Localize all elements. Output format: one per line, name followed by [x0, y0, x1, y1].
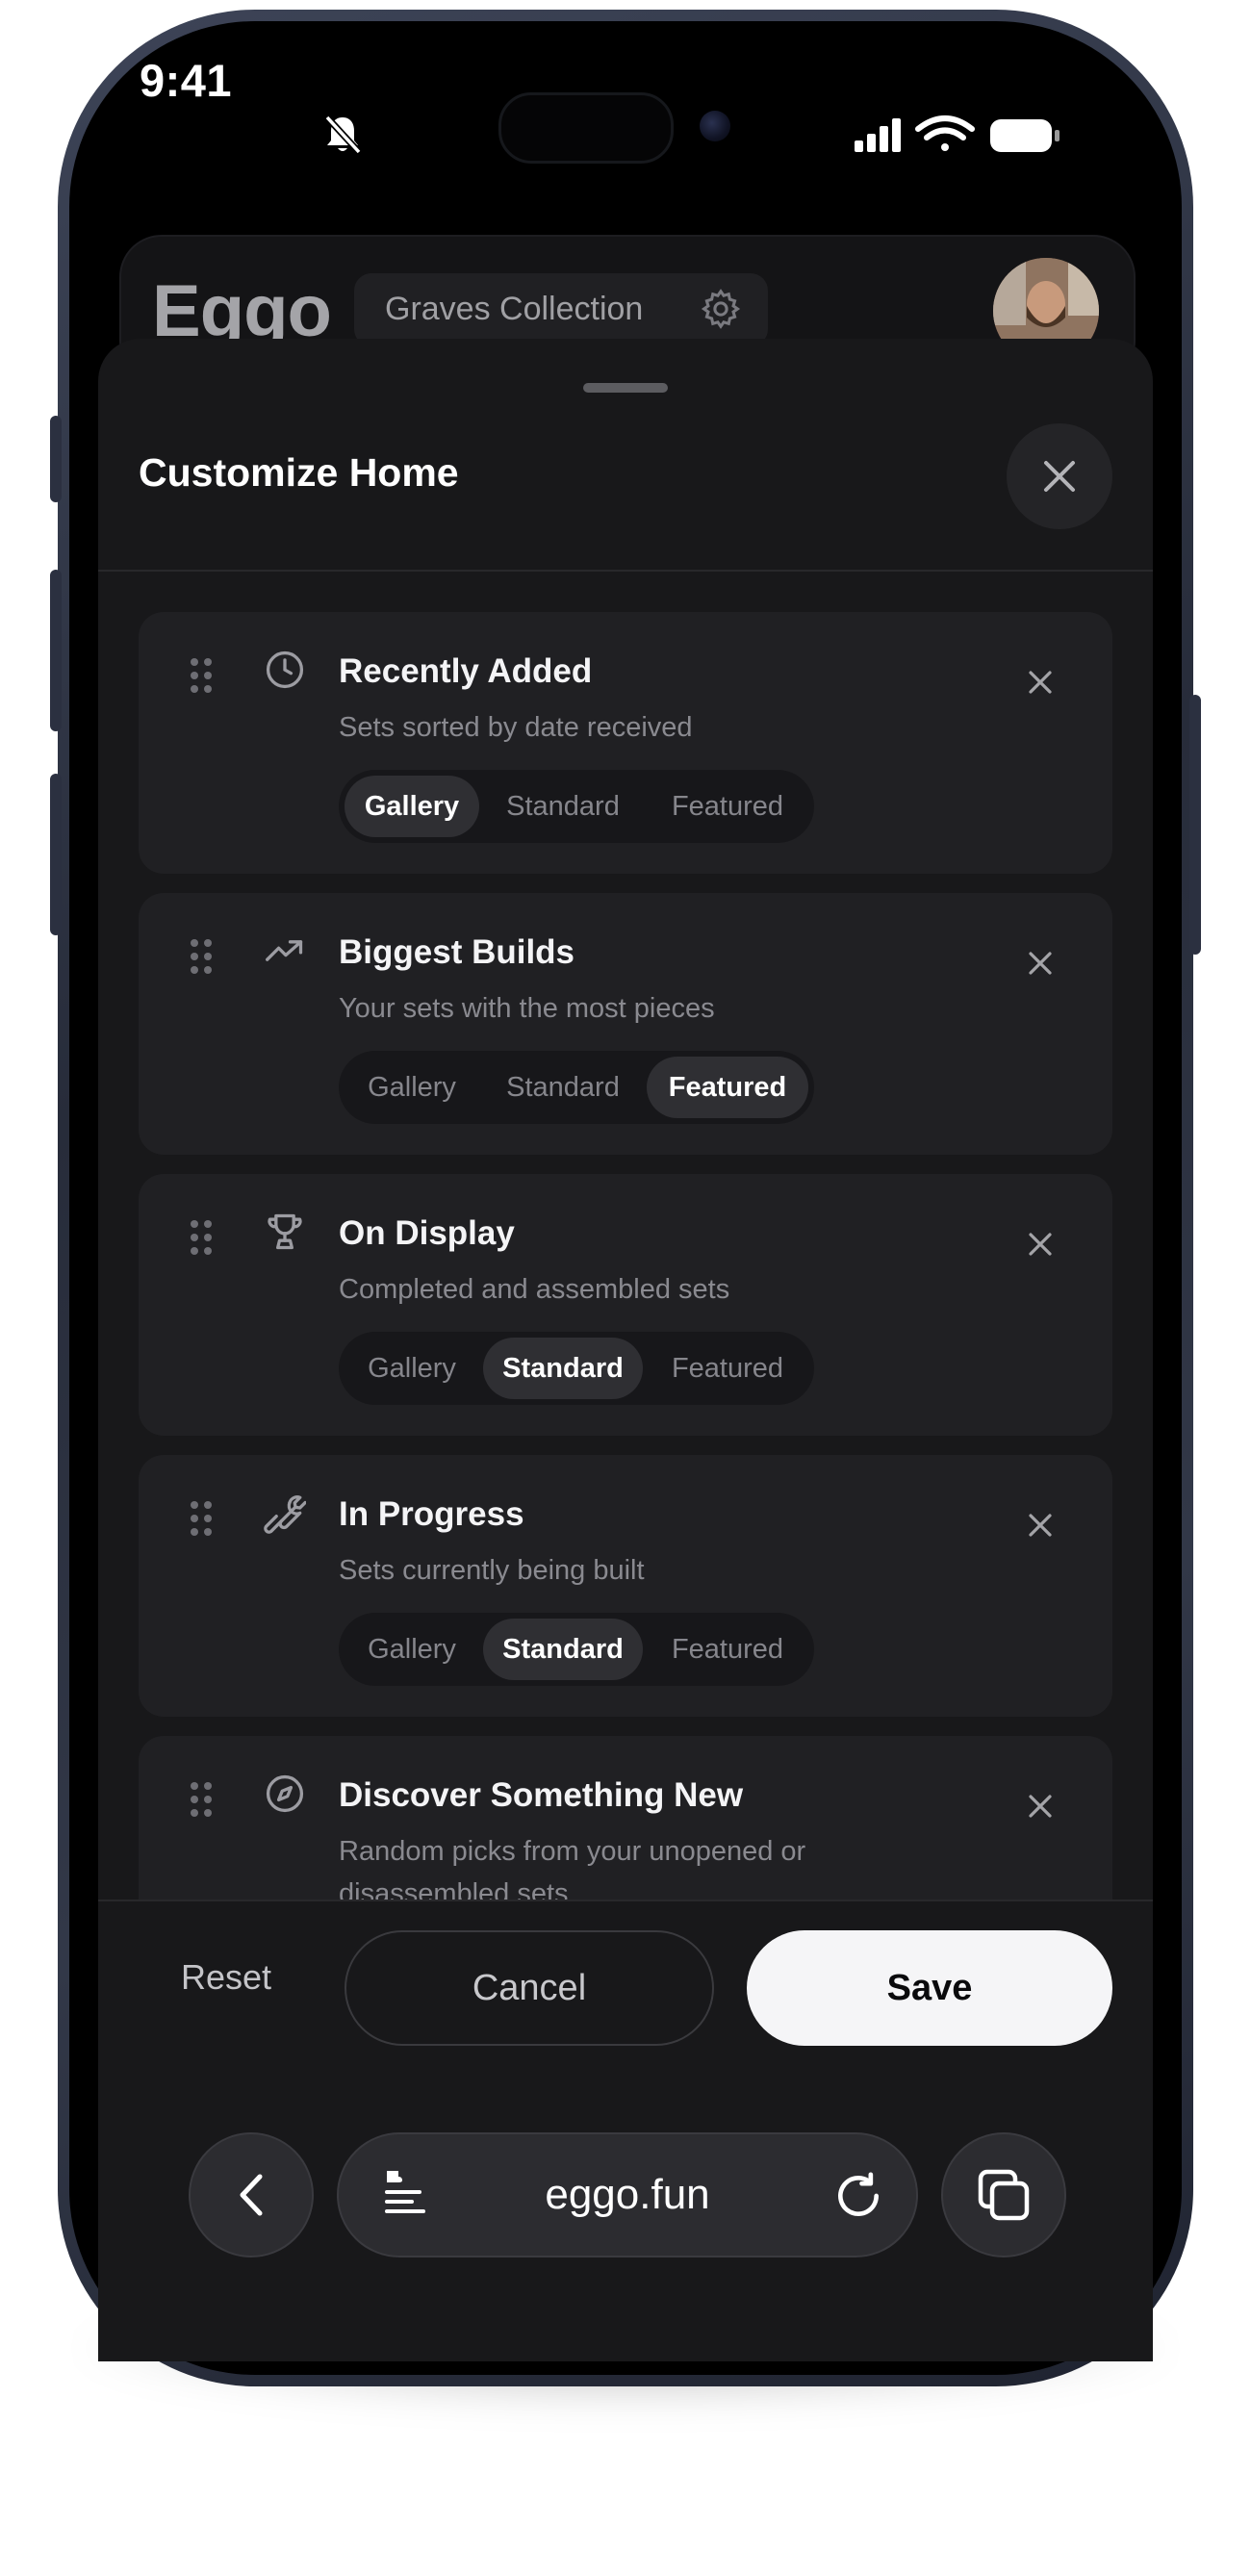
layout-option-gallery[interactable]: Gallery — [345, 1619, 479, 1680]
reset-button[interactable]: Reset — [181, 1957, 271, 1998]
layout-option-standard[interactable]: Standard — [483, 776, 643, 837]
remove-section-icon[interactable] — [1026, 1511, 1055, 1540]
layout-segmented-control: Gallery Standard Featured — [339, 1051, 814, 1124]
power-button — [1189, 695, 1201, 955]
save-button[interactable]: Save — [747, 1930, 1112, 2046]
section-card-on-display: On Display Completed and assembled sets … — [139, 1174, 1112, 1436]
trending-up-icon — [266, 940, 303, 961]
layout-option-featured[interactable]: Featured — [647, 1619, 808, 1680]
section-title: In Progress — [339, 1495, 524, 1533]
chevron-left-icon — [240, 2174, 263, 2216]
customize-home-sheet: Customize Home Recently Added Sets sorte… — [98, 339, 1153, 2361]
reload-icon[interactable] — [831, 2169, 885, 2223]
address-bar[interactable]: eggo.fun — [337, 2132, 918, 2257]
section-description: Sets currently being built — [339, 1555, 645, 1586]
section-title: Discover Something New — [339, 1776, 744, 1814]
section-card-recently-added: Recently Added Sets sorted by date recei… — [139, 612, 1112, 874]
status-time: 9:41 — [140, 55, 233, 106]
section-title: Recently Added — [339, 652, 593, 690]
layout-option-featured[interactable]: Featured — [647, 1338, 808, 1399]
remove-section-icon[interactable] — [1026, 949, 1055, 978]
layout-option-standard[interactable]: Standard — [483, 1338, 643, 1399]
drag-handle-icon[interactable] — [189, 937, 214, 976]
action-button — [50, 416, 62, 502]
layout-option-featured[interactable]: Featured — [647, 1057, 808, 1118]
tabs-button[interactable] — [941, 2132, 1066, 2257]
clock-icon — [266, 650, 304, 689]
section-card-in-progress: In Progress Sets currently being built G… — [139, 1455, 1112, 1717]
remove-section-icon[interactable] — [1026, 668, 1055, 697]
drag-handle-icon[interactable] — [189, 1780, 214, 1819]
dynamic-island-pill — [498, 92, 674, 164]
trophy-icon — [268, 1213, 302, 1250]
section-card-biggest-builds: Biggest Builds Your sets with the most p… — [139, 893, 1112, 1155]
section-title: On Display — [339, 1214, 515, 1252]
collection-selector: Graves Collection — [354, 273, 768, 346]
remove-section-icon[interactable] — [1026, 1230, 1055, 1259]
drag-handle-icon[interactable] — [189, 1218, 214, 1257]
section-description: Sets sorted by date received — [339, 712, 693, 743]
layout-segmented-control: Gallery Standard Featured — [339, 1613, 814, 1686]
layout-segmented-control: Gallery Standard Featured — [339, 1332, 814, 1405]
footer-divider — [98, 1900, 1153, 1901]
section-card-discover-something-new: Discover Something New Random picks from… — [139, 1736, 1112, 1900]
section-description: Random picks from your unopened or disas… — [339, 1836, 806, 1900]
wifi-icon — [915, 115, 975, 151]
volume-down-button — [50, 774, 62, 935]
cancel-button[interactable]: Cancel — [345, 1930, 714, 2046]
front-camera — [700, 111, 730, 141]
remove-section-icon[interactable] — [1026, 1792, 1055, 1821]
wrench-icon — [264, 1495, 306, 1534]
status-icons — [855, 115, 1060, 152]
back-button[interactable] — [189, 2132, 314, 2257]
layout-option-gallery[interactable]: Gallery — [345, 1057, 479, 1118]
section-description: Completed and assembled sets — [339, 1274, 730, 1305]
cellular-signal-icon — [855, 118, 901, 152]
section-title: Biggest Builds — [339, 933, 575, 971]
compass-icon — [266, 1774, 304, 1813]
drag-handle-icon[interactable] — [189, 656, 214, 695]
sheet-title: Customize Home — [139, 450, 459, 495]
volume-up-button — [50, 570, 62, 731]
layout-option-gallery[interactable]: Gallery — [345, 776, 479, 837]
layout-option-standard[interactable]: Standard — [483, 1619, 643, 1680]
section-description: Your sets with the most pieces — [339, 993, 715, 1024]
bell-slash-icon — [324, 115, 362, 155]
url-text: eggo.fun — [545, 2171, 710, 2218]
close-button[interactable] — [1007, 423, 1112, 529]
sheet-grabber[interactable] — [583, 383, 668, 393]
collection-name: Graves Collection — [385, 291, 644, 327]
drag-handle-icon[interactable] — [189, 1499, 214, 1538]
layout-option-gallery[interactable]: Gallery — [345, 1338, 479, 1399]
gear-icon — [701, 289, 741, 329]
layout-option-featured[interactable]: Featured — [647, 776, 808, 837]
layout-segmented-control: Gallery Standard Featured — [339, 770, 814, 843]
layout-option-standard[interactable]: Standard — [483, 1057, 643, 1118]
close-icon — [1044, 461, 1075, 492]
tabs-icon — [978, 2169, 1030, 2221]
sections-list[interactable]: Recently Added Sets sorted by date recei… — [98, 572, 1153, 1900]
battery-icon — [990, 119, 1060, 152]
